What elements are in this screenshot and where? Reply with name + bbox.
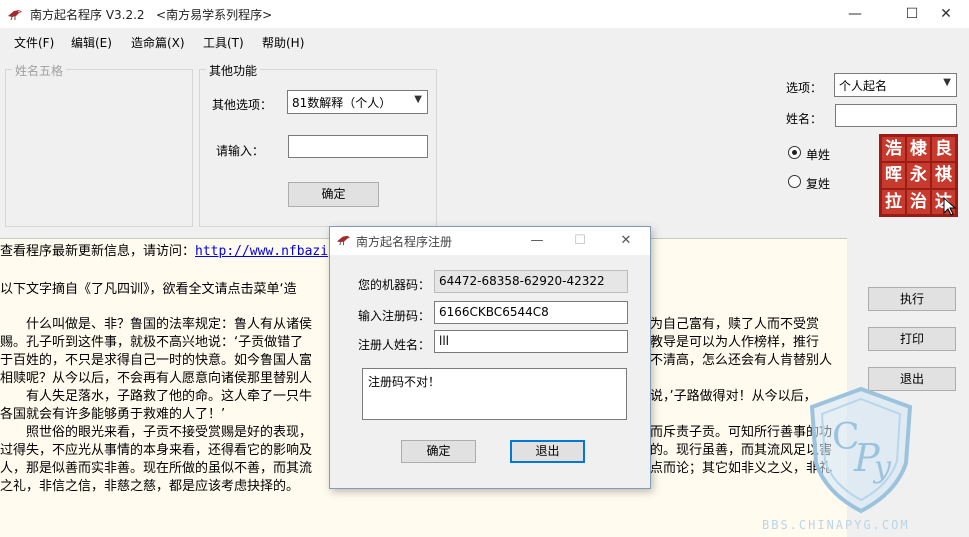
other-confirm-button[interactable]: 确定 [288, 182, 379, 207]
app-bird-icon [337, 235, 350, 246]
content-line: 什么叫做是、非？鲁国的法率规定：鲁人有从诸侯 为自己富有，赎了人而不受赏 [0, 316, 819, 334]
chevron-down-icon: ▼ [943, 77, 951, 88]
content-line-tail: 不清高，怎么还会有人肯替别人 [650, 353, 833, 368]
content-line: 以下文字摘自《了凡四训》，欲看全文请点击菜单‘造 [0, 282, 297, 297]
surname-label: 姓名： [786, 112, 823, 126]
cursor-arrow-icon [943, 197, 957, 216]
seal-char: 良 [932, 137, 955, 162]
seal-char: 永 [907, 163, 930, 188]
content-line-tail: 教导是可以为人作榜样，推行 [650, 335, 820, 350]
content-line-text: 照世俗的眼光来看，子贡不接受赏赐是好的表现， [0, 425, 313, 440]
option-select[interactable]: 个人起名 ▼ [834, 73, 957, 97]
content-line-text: 过得失，不应光从事情的本身来看，还得看它的影响及 [0, 443, 313, 458]
other-option-select[interactable]: 81数解释（个人） ▼ [287, 90, 428, 114]
seal-char: 祺 [932, 163, 955, 188]
surname-field[interactable] [835, 104, 957, 127]
content-line-text: 什么叫做是、非？鲁国的法率规定：鲁人有从诸侯 [0, 317, 313, 332]
compound-surname-radio[interactable] [788, 175, 801, 188]
name-five-grid-group: 姓名五格 [5, 62, 193, 227]
dialog-ok-button[interactable]: 确定 [401, 440, 476, 463]
other-option-label: 其他选项： [212, 98, 273, 112]
content-line-tail: 为自己富有，赎了人而不受赏 [650, 317, 820, 332]
reg-name-field[interactable]: lll [434, 330, 628, 353]
minimize-icon[interactable]: — [832, 0, 878, 28]
watermark-y-letter: y [872, 450, 892, 485]
dialog-title: 南方起名程序注册 [356, 235, 453, 249]
machine-code-field: 64472-68358-62920-42322 [434, 270, 628, 293]
watermark-text: BBS.CHINAPYG.COM [762, 518, 910, 532]
content-line: 过得失，不应光从事情的本身来看，还得看它的影响及 的。现行虽善，而其流风足以害 [0, 442, 832, 460]
reg-name-label: 注册人姓名： [358, 338, 431, 352]
content-line: 人，那是似善而实非善。现在所做的虽似不善，而其流 点而论；其它如非义之义，非礼 [0, 460, 832, 478]
content-line-tail: 说，’子路做得对！从今以后， [650, 389, 817, 404]
single-surname-radio[interactable] [788, 146, 801, 159]
menu-fate[interactable]: 造命篇(X) [131, 34, 185, 51]
content-line-text: 赐。孔子听到这件事，就极不高兴地说：‘子贡做错了 [0, 335, 304, 350]
content-line-text: 人，那是似善而实非善。现在所做的虽似不善，而其流 [0, 461, 313, 476]
other-functions-label: 其他功能 [206, 62, 261, 79]
content-line: 各国就会有许多能够勇于救难的人了！’ [0, 407, 226, 422]
option-value: 个人起名 [839, 79, 888, 93]
menu-help[interactable]: 帮助(H) [262, 34, 304, 51]
menu-file[interactable]: 文件(F) [14, 34, 54, 51]
option-label: 选项： [786, 81, 823, 95]
content-line-tail: 点而论；其它如非义之义，非礼 [650, 461, 833, 476]
title-bar: 南方起名程序 V3.2.2 <南方易学系列程序> — ☐ ✕ [0, 0, 969, 28]
message-box: 注册码不对！ [362, 368, 627, 420]
single-surname-label: 单姓 [806, 148, 831, 162]
run-button[interactable]: 执行 [868, 287, 956, 311]
other-option-value: 81数解释（个人） [292, 96, 392, 110]
content-line-text: 查看程序最新更新信息，请访问： [0, 244, 196, 259]
chinapyg-shield-logo: C P y [809, 386, 913, 514]
compound-surname-label: 复姓 [806, 177, 831, 191]
website-link[interactable]: http://www.nfbazi [195, 244, 328, 259]
minimize-icon[interactable]: — [517, 227, 557, 255]
app-bird-icon [8, 10, 22, 21]
content-line: 之礼，非信之信，非慈之慈，都是应该考虑抉择的。 [0, 479, 300, 494]
close-icon[interactable]: ✕ [923, 0, 969, 28]
close-icon[interactable]: ✕ [606, 227, 646, 255]
dialog-exit-button[interactable]: 退出 [510, 440, 585, 463]
reg-code-field[interactable]: 6166CKBC6544C8 [434, 301, 628, 324]
content-line: 照世俗的眼光来看，子贡不接受赏赐是好的表现， 而斥责子贡。可知所行善事的功 [0, 424, 832, 442]
chevron-down-icon: ▼ [414, 94, 422, 105]
seal-char: 拉 [882, 189, 905, 214]
machine-code-label: 您的机器码： [358, 278, 431, 292]
content-line-text: 有人失足落水，子路救了他的命。这人牵了一只牛 [0, 389, 313, 404]
seal-char: 浩 [882, 137, 905, 162]
content-line: 赐。孔子听到这件事，就极不高兴地说：‘子贡做错了 教导是可以为人作榜样，推行 [0, 334, 819, 352]
content-line-tail: 而斥责子贡。可知所行善事的功 [650, 425, 833, 440]
name-five-grid-label: 姓名五格 [12, 62, 67, 79]
content-line-text: 于百姓的，不只是求得自己一时的快意。如今鲁国人富 [0, 353, 313, 368]
app-subtitle: <南方易学系列程序> [156, 8, 273, 22]
content-line: 有人失足落水，子路救了他的命。这人牵了一只牛 说，’子路做得对！从今以后， [0, 388, 817, 406]
app-title: 南方起名程序 V3.2.2 [30, 8, 145, 22]
seal-char: 治 [907, 189, 930, 214]
reg-code-label: 输入注册码： [358, 309, 431, 323]
dialog-title-bar: 南方起名程序注册 — ☐ ✕ [330, 227, 650, 255]
input-label: 请输入： [216, 144, 265, 158]
seal-char: 棣 [907, 137, 930, 162]
print-button[interactable]: 打印 [868, 327, 956, 351]
window-title: 南方起名程序 V3.2.2 <南方易学系列程序> [30, 6, 272, 23]
content-line: 相赎呢？从今以后，不会再有人愿意向诸侯那里替别人 [0, 371, 313, 386]
content-line: 于百姓的，不只是求得自己一时的快意。如今鲁国人富 不清高，怎么还会有人肯替别人 [0, 352, 832, 370]
menu-tools[interactable]: 工具(T) [203, 34, 244, 51]
maximize-icon: ☐ [574, 233, 586, 248]
content-line: 查看程序最新更新信息，请访问：http://www.nfbazi [0, 243, 328, 261]
menu-bar: 文件(F) 编辑(E) 造命篇(X) 工具(T) 帮助(H) [0, 30, 969, 52]
registration-dialog: 南方起名程序注册 — ☐ ✕ 您的机器码： 64472-68358-62920-… [329, 226, 651, 489]
content-line-tail: 的。现行虽善，而其流风足以害 [650, 443, 833, 458]
menu-edit[interactable]: 编辑(E) [71, 34, 112, 51]
other-input-field[interactable] [288, 135, 428, 158]
seal-char: 晖 [882, 163, 905, 188]
